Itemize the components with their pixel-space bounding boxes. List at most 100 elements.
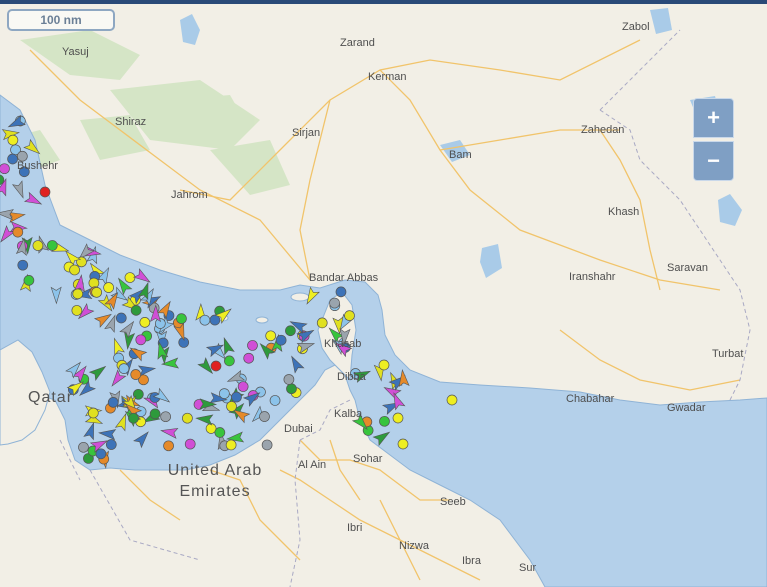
vessel-marker[interactable]: [0, 163, 10, 175]
city-label-nizwa: Nizwa: [399, 540, 429, 552]
vessel-marker[interactable]: [7, 134, 19, 146]
vessel-marker[interactable]: [218, 388, 230, 399]
vessel-marker[interactable]: [335, 286, 347, 298]
vessel-marker[interactable]: [214, 427, 226, 438]
vessel-marker[interactable]: [446, 394, 458, 406]
vessel-marker[interactable]: [105, 439, 117, 450]
vessel-marker[interactable]: [283, 374, 295, 385]
vessel-marker[interactable]: [103, 282, 114, 293]
city-label-khash: Khash: [608, 206, 640, 218]
city-label-bam: Bam: [449, 149, 472, 161]
vessel-marker[interactable]: [269, 395, 281, 406]
vessel-marker[interactable]: [69, 264, 80, 276]
vessel-marker[interactable]: [46, 240, 58, 251]
vessel-marker[interactable]: [124, 272, 136, 283]
vessel-marker[interactable]: [224, 355, 235, 367]
vessel-marker[interactable]: [261, 439, 273, 451]
scale-bar: 100 nm: [7, 9, 115, 31]
vessel-marker[interactable]: [107, 397, 119, 408]
vessel-marker[interactable]: [247, 340, 258, 351]
vessel-marker[interactable]: [130, 305, 142, 316]
vessel-marker[interactable]: [115, 312, 127, 324]
city-label-saravan: Saravan: [667, 262, 708, 274]
vessel-marker[interactable]: [259, 411, 270, 422]
vessel-marker[interactable]: [231, 391, 242, 403]
city-label-khasab: Khasab: [324, 338, 362, 350]
city-label-sur: Sur: [519, 562, 537, 574]
city-label-chabahar: Chabahar: [566, 393, 615, 405]
vessel-marker[interactable]: [88, 277, 100, 289]
vessel-marker[interactable]: [176, 313, 187, 324]
vessel-marker[interactable]: [39, 186, 51, 198]
city-label-zahedan: Zahedan: [581, 124, 625, 136]
map-canvas[interactable]: 100 nm + − Yasuj Zarand Zabol Kerman Shi…: [0, 0, 767, 587]
vessel-marker[interactable]: [23, 275, 35, 286]
city-label-ibra: Ibra: [462, 555, 481, 567]
scale-label: 100 nm: [40, 13, 82, 27]
vessel-marker[interactable]: [118, 363, 130, 374]
vessel-marker[interactable]: [199, 314, 211, 326]
city-label-gwadar: Gwadar: [667, 402, 706, 414]
vessel-marker[interactable]: [72, 288, 84, 300]
vessel-marker[interactable]: [184, 438, 196, 450]
city-label-dubai: Dubai: [284, 423, 313, 435]
vessel-marker[interactable]: [275, 334, 287, 346]
vessel-marker[interactable]: [392, 412, 404, 424]
vessel-marker[interactable]: [237, 381, 249, 392]
vessel-marker[interactable]: [316, 317, 328, 329]
vessel-marker[interactable]: [226, 401, 237, 412]
city-label-al-ain: Al Ain: [298, 459, 327, 471]
city-label-kerman: Kerman: [368, 71, 407, 83]
vessel-marker[interactable]: [397, 438, 409, 450]
vessel-marker[interactable]: [17, 259, 29, 271]
vessel-marker[interactable]: [329, 297, 340, 309]
zoom-out-button[interactable]: −: [693, 141, 734, 181]
vessel-marker[interactable]: [182, 412, 193, 424]
vessel-marker[interactable]: [285, 325, 296, 337]
vessel-marker[interactable]: [87, 407, 99, 419]
country-label-qatar: Qatar: [28, 389, 74, 406]
city-label-shiraz: Shiraz: [115, 116, 147, 128]
vessel-marker[interactable]: [225, 439, 237, 451]
city-label-zabol: Zabol: [622, 21, 650, 33]
city-label-ibri: Ibri: [347, 522, 363, 534]
zoom-in-button[interactable]: +: [693, 98, 734, 138]
vessel-marker[interactable]: [286, 383, 297, 395]
vessel-marker[interactable]: [344, 310, 355, 321]
city-label-dibba: Dibba: [337, 371, 366, 383]
vessel-marker[interactable]: [243, 352, 255, 364]
vessel-marker[interactable]: [130, 369, 142, 380]
vessel-marker[interactable]: [149, 408, 161, 420]
city-label-bushehr: Bushehr: [17, 160, 58, 172]
vessel-marker[interactable]: [265, 330, 277, 342]
vessel-marker[interactable]: [12, 226, 24, 238]
vessel-marker[interactable]: [71, 305, 83, 316]
vessel-marker[interactable]: [91, 286, 103, 298]
vessel-marker[interactable]: [379, 415, 390, 427]
country-label-uae-line1: United Arab: [167, 462, 263, 479]
city-label-sirjan: Sirjan: [292, 127, 321, 139]
vessel-marker[interactable]: [160, 411, 171, 423]
city-label-bandar-abbas: Bandar Abbas: [309, 272, 379, 284]
vessel-marker[interactable]: [378, 359, 390, 371]
country-label-uae: United Arab Emirates: [150, 460, 280, 502]
vessel-marker[interactable]: [128, 412, 139, 424]
vessel-marker[interactable]: [163, 440, 174, 452]
city-label-sohar: Sohar: [353, 453, 383, 465]
city-label-iranshahr: Iranshahr: [569, 271, 616, 283]
city-label-zarand: Zarand: [340, 37, 375, 49]
header-bar: [0, 0, 767, 4]
vessel-marker[interactable]: [139, 317, 151, 328]
vessel-marker[interactable]: [210, 360, 222, 372]
vessel-marker[interactable]: [32, 240, 44, 251]
map-base: [0, 8, 767, 587]
city-label-jahrom: Jahrom: [171, 189, 208, 201]
city-label-yasuj: Yasuj: [62, 46, 89, 58]
vessel-marker[interactable]: [135, 334, 147, 346]
city-label-turbat: Turbat: [712, 348, 744, 360]
country-label-uae-line2: Emirates: [179, 483, 251, 500]
city-label-kalba: Kalba: [334, 408, 363, 420]
vessel-marker[interactable]: [95, 448, 107, 460]
city-label-seeb: Seeb: [440, 496, 466, 508]
vessel-marker[interactable]: [78, 441, 89, 453]
